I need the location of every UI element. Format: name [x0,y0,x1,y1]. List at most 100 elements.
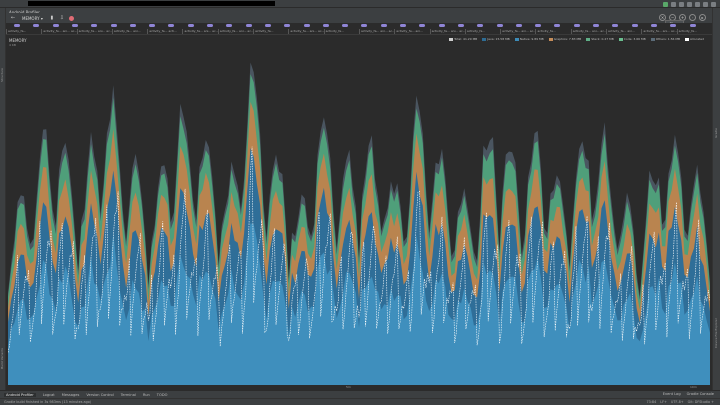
title-bar [0,0,720,8]
activity-label[interactable]: activity_fa... ani... ac... [288,29,324,34]
activity-label[interactable]: activity_fa... acti... [147,29,182,34]
activity-label[interactable]: activity_fa... ani... ac... [182,29,218,34]
legend-label: Others: 1.56 MB [655,37,681,41]
event-marker[interactable] [573,24,580,27]
avd-manager-icon[interactable] [695,1,700,7]
status-right-info: 73:84 LF+ UTF-8+ Git: DFStudio + [646,400,714,404]
debug-icon[interactable] [671,1,676,7]
bottom-right-tabs: Event Log Gradle Console [663,392,714,396]
legend-swatch [685,37,690,41]
activity-label[interactable]: activity_fa... ani... [111,29,147,34]
event-marker[interactable] [535,24,542,27]
activity-label[interactable]: activity_fa... [464,29,500,34]
activity-label[interactable]: activity_fa... ani... ac... [41,29,77,34]
event-marker[interactable] [91,24,98,27]
activity-label[interactable]: activity_fa... ani... [606,29,641,34]
garbage-collect-icon[interactable]: ▮ [49,15,55,21]
memory-chart[interactable] [8,47,710,387]
reset-zoom-icon[interactable]: ◦ [689,14,696,21]
profiler-selector-label: MEMORY [22,15,40,21]
status-item[interactable]: Git: DFStudio + [688,400,714,404]
event-marker[interactable] [689,24,696,27]
event-marker[interactable] [168,24,175,27]
gradle-tab[interactable]: Gradle [714,128,720,138]
event-marker[interactable] [631,24,638,27]
event-marker[interactable] [207,24,213,27]
event-marker[interactable] [129,24,136,27]
event-marker[interactable] [457,24,464,27]
activity-label[interactable]: activity_fa... [6,29,41,34]
status-item[interactable]: UTF-8+ [671,400,684,404]
event-marker[interactable] [149,24,156,27]
event-marker[interactable] [342,24,349,27]
bottom-right-tab[interactable]: Gradle Console [687,392,714,396]
device-file-explorer-tab[interactable]: Device File Explorer [714,318,720,348]
status-message: Gradle build finished in 3s 983ms (13 mi… [4,400,92,404]
event-marker[interactable] [400,24,406,27]
event-marker[interactable] [496,24,503,27]
event-marker[interactable] [515,24,522,27]
search-icon[interactable] [711,1,716,7]
events-timeline: activity_fa... activity_fa... ani... ac..… [6,23,712,35]
sdk-manager-icon[interactable] [703,1,708,7]
event-marker[interactable] [670,24,677,27]
event-marker[interactable] [650,24,657,27]
legend-label: Graphics: 7.83 MB [553,37,582,41]
activity-label[interactable]: activity_fa... ani... [394,29,429,34]
status-bar: Gradle build finished in 3s 983ms (13 mi… [0,398,720,405]
bottom-tab[interactable]: TODO [157,393,168,397]
bottom-right-tab[interactable]: Event Log [663,392,681,396]
event-marker[interactable] [438,24,445,27]
record-allocations-button[interactable] [68,15,74,21]
activity-label[interactable]: activity_fa... ani... ac... [76,29,112,34]
bottom-tab[interactable]: Terminal [121,393,136,397]
event-marker[interactable] [593,24,599,27]
run-icon[interactable] [663,1,668,7]
profiler-selector-dropdown[interactable]: MEMORY ▾ [20,16,45,21]
activity-label[interactable]: activity_fa... ani... ac... [500,29,535,34]
bottom-tab[interactable]: Logcat [43,393,55,397]
event-marker[interactable] [110,24,117,27]
event-marker[interactable] [226,24,233,27]
event-marker[interactable] [612,24,619,27]
event-marker[interactable] [245,24,252,27]
event-marker[interactable] [284,24,291,27]
time-tick: 5m [346,385,351,389]
sync-icon[interactable] [687,1,692,7]
activity-label[interactable]: activity_fa... [676,29,712,34]
event-marker[interactable] [303,24,310,27]
activity-label[interactable]: activity_fa... ani... ac... [429,29,465,34]
event-marker[interactable] [71,24,78,27]
bottom-tab[interactable]: Android Profiler [4,392,36,397]
event-marker[interactable] [187,24,194,27]
event-marker[interactable] [14,24,20,27]
profile-icon[interactable] [679,1,684,7]
activity-label[interactable]: activity_fa... ani... ac... [217,29,253,34]
activity-label[interactable]: activity_fa... ani... ac... [570,29,606,34]
event-marker[interactable] [380,24,387,27]
activity-label[interactable]: activity_fa... ani... ac... [641,29,677,34]
event-marker[interactable] [361,24,368,27]
right-tool-gutter: Gradle Device File Explorer [712,8,720,390]
back-arrow-icon[interactable]: ← [10,15,16,21]
bottom-tab[interactable]: Version Control [86,393,113,397]
memory-monitor[interactable]: MEMORY 4 KB Total: 41.29 MB Java: 15.58 M… [6,35,712,390]
activity-label[interactable]: activity_fa... [253,29,288,34]
title-bar-redacted [28,1,275,6]
event-marker[interactable] [477,24,484,27]
activity-label[interactable]: activity_fa... [323,29,359,34]
activity-label[interactable]: activity_fa... ani... ac... [358,29,394,34]
event-marker[interactable] [419,24,426,27]
event-marker[interactable] [33,24,40,27]
event-marker[interactable] [264,24,271,27]
event-marker[interactable] [554,24,561,27]
activity-label[interactable]: activity_fa... [535,29,570,34]
status-item[interactable]: 73:84 [646,400,656,404]
heap-dump-icon[interactable]: ⇩ [59,15,65,21]
go-live-icon[interactable]: ▸ [699,14,706,21]
bottom-tab[interactable]: Messages [62,393,80,397]
event-marker[interactable] [52,24,59,27]
event-marker[interactable] [322,24,329,27]
status-item[interactable]: LF+ [660,400,667,404]
bottom-tab[interactable]: Run [143,393,150,397]
